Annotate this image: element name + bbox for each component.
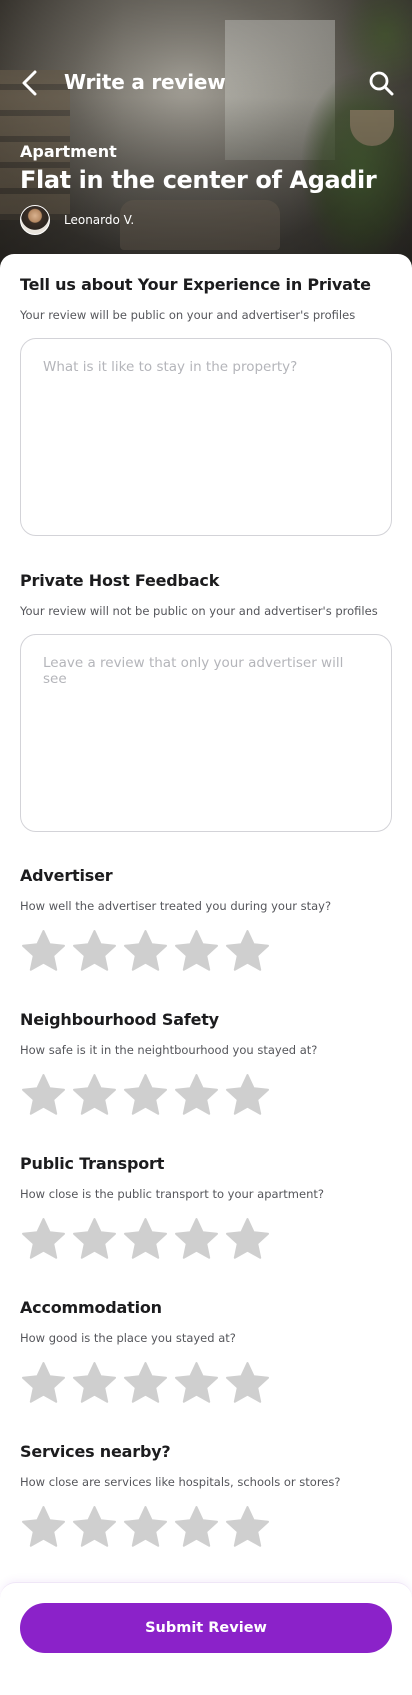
rating-accommodation-stars bbox=[20, 1360, 271, 1410]
rating-services-nearby-question: How close are services like hospitals, s… bbox=[20, 1475, 341, 1489]
private-feedback-title: Private Host Feedback bbox=[20, 571, 220, 590]
host-name: Leonardo V. bbox=[64, 213, 135, 227]
page-title: Write a review bbox=[64, 70, 226, 94]
host-info[interactable]: Leonardo V. bbox=[20, 205, 134, 235]
rating-neighbourhood-safety-question: How safe is it in the neightbourhood you… bbox=[20, 1043, 318, 1057]
star-icon[interactable] bbox=[20, 1504, 67, 1551]
star-icon[interactable] bbox=[224, 1072, 271, 1119]
rating-advertiser-title: Advertiser bbox=[20, 866, 113, 885]
star-icon[interactable] bbox=[122, 1072, 169, 1119]
back-button[interactable] bbox=[14, 66, 48, 100]
star-icon[interactable] bbox=[224, 1216, 271, 1263]
avatar bbox=[20, 205, 50, 235]
top-bar: Write a review bbox=[0, 60, 412, 106]
private-feedback-input[interactable] bbox=[20, 634, 392, 832]
star-icon[interactable] bbox=[71, 1360, 118, 1407]
star-icon[interactable] bbox=[173, 1072, 220, 1119]
bottom-action-bar: Submit Review bbox=[0, 1582, 412, 1695]
public-review-title: Tell us about Your Experience in Private bbox=[20, 275, 371, 294]
public-review-subtitle: Your review will be public on your and a… bbox=[20, 308, 356, 322]
star-icon[interactable] bbox=[173, 928, 220, 975]
rating-public-transport-stars bbox=[20, 1216, 271, 1266]
rating-neighbourhood-safety-title: Neighbourhood Safety bbox=[20, 1010, 219, 1029]
rating-services-nearby-stars bbox=[20, 1504, 271, 1554]
rating-public-transport-question: How close is the public transport to you… bbox=[20, 1187, 324, 1201]
star-icon[interactable] bbox=[122, 928, 169, 975]
search-icon bbox=[369, 71, 394, 96]
rating-services-nearby-title: Services nearby? bbox=[20, 1442, 171, 1461]
star-icon[interactable] bbox=[20, 1360, 67, 1407]
hero-overlay bbox=[0, 0, 412, 278]
star-icon[interactable] bbox=[71, 1072, 118, 1119]
property-hero: Write a review Apartment Flat in the cen… bbox=[0, 0, 412, 278]
property-type: Apartment bbox=[20, 142, 117, 161]
rating-public-transport-title: Public Transport bbox=[20, 1154, 165, 1173]
rating-advertiser-stars bbox=[20, 928, 271, 978]
star-icon[interactable] bbox=[173, 1360, 220, 1407]
star-icon[interactable] bbox=[122, 1504, 169, 1551]
star-icon[interactable] bbox=[224, 1504, 271, 1551]
star-icon[interactable] bbox=[20, 928, 67, 975]
star-icon[interactable] bbox=[122, 1216, 169, 1263]
star-icon[interactable] bbox=[173, 1216, 220, 1263]
rating-neighbourhood-safety-stars bbox=[20, 1072, 271, 1122]
rating-accommodation-question: How good is the place you stayed at? bbox=[20, 1331, 236, 1345]
rating-accommodation-title: Accommodation bbox=[20, 1298, 162, 1317]
private-feedback-subtitle: Your review will not be public on your a… bbox=[20, 604, 378, 618]
property-title: Flat in the center of Agadir bbox=[20, 166, 377, 194]
star-icon[interactable] bbox=[71, 1504, 118, 1551]
star-icon[interactable] bbox=[122, 1360, 169, 1407]
star-icon[interactable] bbox=[20, 1072, 67, 1119]
star-icon[interactable] bbox=[71, 928, 118, 975]
star-icon[interactable] bbox=[71, 1216, 118, 1263]
submit-review-button[interactable]: Submit Review bbox=[20, 1603, 392, 1653]
chevron-left-icon bbox=[22, 70, 37, 96]
star-icon[interactable] bbox=[173, 1504, 220, 1551]
rating-advertiser-question: How well the advertiser treated you duri… bbox=[20, 899, 332, 913]
review-form-card: Tell us about Your Experience in Private… bbox=[0, 254, 412, 1694]
search-button[interactable] bbox=[364, 66, 398, 100]
star-icon[interactable] bbox=[224, 1360, 271, 1407]
star-icon[interactable] bbox=[224, 928, 271, 975]
star-icon[interactable] bbox=[20, 1216, 67, 1263]
public-review-input[interactable] bbox=[20, 338, 392, 536]
